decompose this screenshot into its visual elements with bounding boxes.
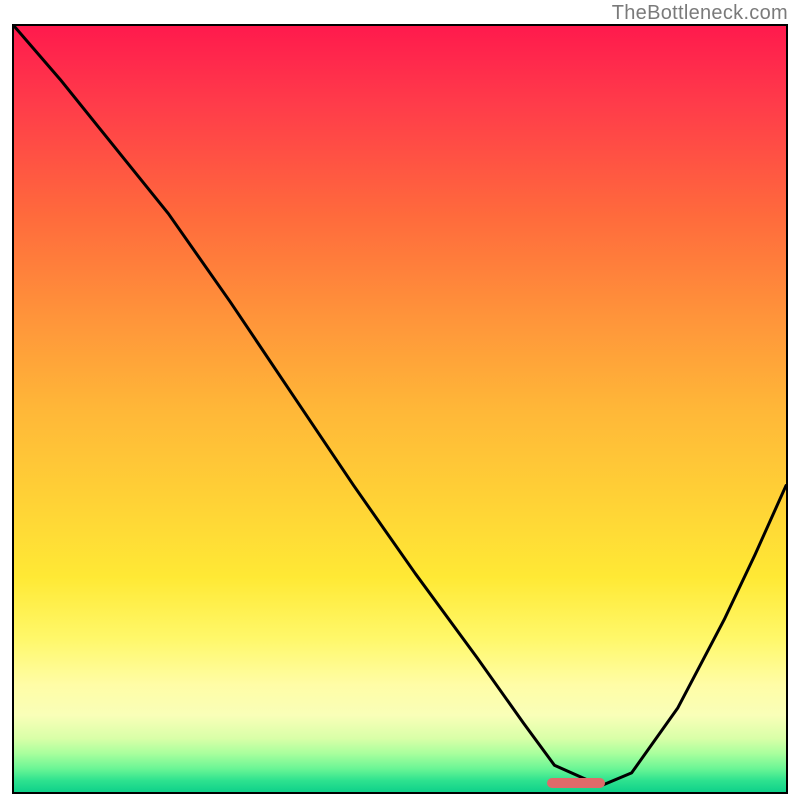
curve-path [14, 26, 786, 786]
watermark-text: TheBottleneck.com [612, 2, 788, 25]
chart-frame [12, 24, 788, 794]
optimal-marker [547, 778, 605, 788]
bottleneck-curve [14, 26, 786, 792]
